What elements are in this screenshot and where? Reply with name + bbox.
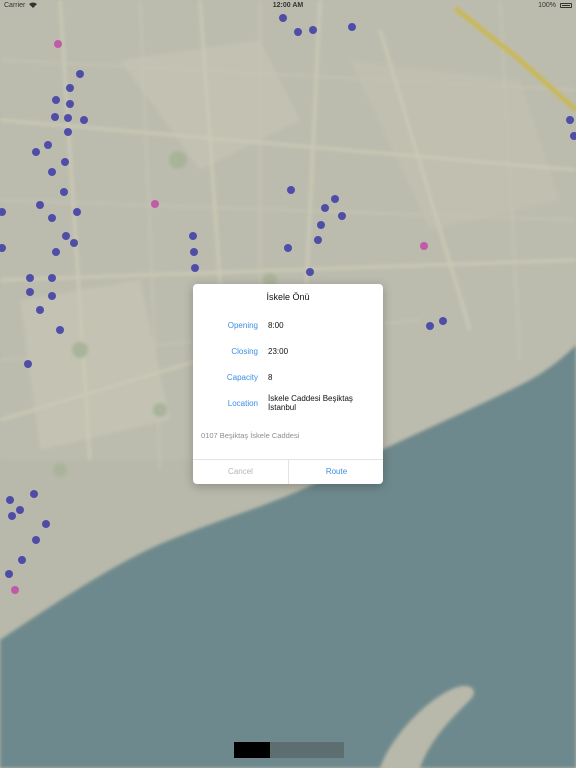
parking-detail-dialog: İskele Önü Opening 8:00 Closing 23:00 Ca… — [193, 284, 383, 484]
capacity-value: 8 — [268, 373, 273, 382]
route-button[interactable]: Route — [289, 460, 383, 484]
map-type-segmented-control[interactable] — [234, 742, 344, 758]
status-bar: Carrier 12:00 AM 100% — [0, 0, 576, 12]
opening-label: Opening — [227, 321, 258, 330]
capacity-label: Capacity — [226, 373, 258, 382]
status-time: 12:00 AM — [272, 2, 304, 9]
location-value: İskele Caddesi Beşiktaş İstanbul — [268, 394, 353, 412]
closing-label: Closing — [231, 347, 258, 356]
battery-percent: 100% — [538, 2, 556, 9]
address-text: 0107 Beşiktaş İskele Caddesi — [201, 431, 300, 440]
location-line-1: İskele Caddesi Beşiktaş — [268, 394, 353, 403]
closing-value: 23:00 — [268, 347, 289, 356]
segment-other[interactable] — [270, 742, 344, 758]
opening-value: 8:00 — [268, 321, 284, 330]
battery-icon — [560, 3, 572, 8]
cancel-button[interactable]: Cancel — [193, 460, 288, 484]
location-line-2: İstanbul — [268, 403, 297, 412]
location-label: Location — [227, 399, 258, 408]
dialog-title: İskele Önü — [266, 292, 310, 302]
segment-selected[interactable] — [234, 742, 270, 758]
